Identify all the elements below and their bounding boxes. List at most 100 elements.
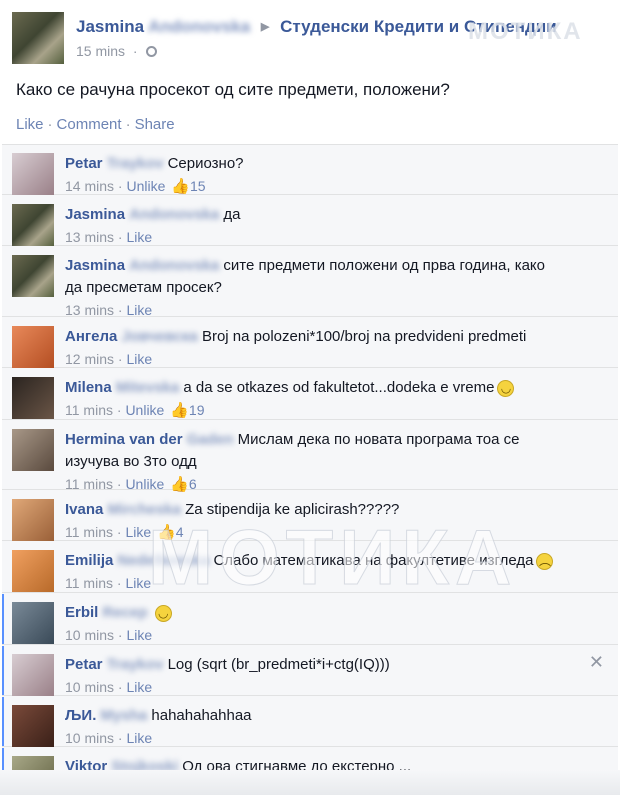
like-count[interactable]: 19 xyxy=(189,402,205,418)
unlike-button[interactable]: Unlike xyxy=(125,476,164,492)
comment-author-first[interactable]: Ivana xyxy=(65,501,103,518)
smile-emoji-icon: ◡ xyxy=(154,604,172,622)
comment-text: a da se otkazes od fakultetot...dodeka e… xyxy=(183,379,495,396)
comment-author-first[interactable]: Hermina van der xyxy=(65,431,183,448)
comment-time[interactable]: 11 mins xyxy=(65,575,113,591)
unlike-button[interactable]: Unlike xyxy=(125,402,164,418)
comment: ЉИ. Mysha hahahahahhaa 10 mins · Like xyxy=(2,697,618,747)
comment-time[interactable]: 11 mins xyxy=(65,402,113,418)
avatar[interactable] xyxy=(12,326,54,368)
comment-author-last[interactable]: Traykov xyxy=(107,656,164,673)
comment: Milena Mitevska a da se otkazes od fakul… xyxy=(2,369,618,420)
new-comment-indicator xyxy=(2,594,4,644)
avatar[interactable] xyxy=(12,705,54,747)
comment-time[interactable]: 13 mins xyxy=(65,302,114,318)
comment-text: Broj na polozeni*100/broj na predvideni … xyxy=(201,328,527,345)
thumbs-up-icon[interactable]: 👍 xyxy=(157,523,176,543)
comment: Erbil Recep ◡ 10 mins · Like xyxy=(2,594,618,645)
comment-author-last[interactable]: Mitevska xyxy=(116,379,179,396)
comment-author-last[interactable]: Gaden xyxy=(187,431,234,448)
comment-time[interactable]: 11 mins xyxy=(65,524,113,540)
avatar[interactable] xyxy=(12,499,54,541)
comment: Petar Traykov Log (sqrt (br_predmeti*i+c… xyxy=(2,646,618,696)
post: Jasmina Andonovska ▶ Студенски Кредити и… xyxy=(0,0,620,144)
comment-text: Сериозно? xyxy=(167,155,244,172)
bottom-fade xyxy=(0,770,620,795)
like-button[interactable]: Like xyxy=(16,116,44,133)
comment-time[interactable]: 13 mins xyxy=(65,229,114,245)
like-button[interactable]: Like xyxy=(126,302,152,318)
avatar[interactable] xyxy=(12,153,54,195)
comment-author-last[interactable]: Јовчевска xyxy=(122,328,198,345)
comment-author-first[interactable]: Petar xyxy=(65,656,103,673)
comment-time[interactable]: 14 mins xyxy=(65,178,114,194)
post-author-avatar[interactable] xyxy=(12,12,64,64)
comment: Hermina van der Gaden Мислам дека по нов… xyxy=(2,421,618,493)
comment-author-last[interactable]: Mysha xyxy=(101,707,148,724)
avatar[interactable] xyxy=(12,550,54,592)
comment-text: Слабо математикава на факултетиве изглед… xyxy=(213,552,534,569)
comment-author-first[interactable]: Ангела xyxy=(65,328,117,345)
like-count[interactable]: 6 xyxy=(189,476,197,492)
like-button[interactable]: Like xyxy=(126,351,152,367)
new-comment-indicator xyxy=(2,646,4,695)
post-author-first[interactable]: Jasmina xyxy=(76,17,144,36)
comment-author-first[interactable]: Jasmina xyxy=(65,257,125,274)
comment-author-last[interactable]: Recep xyxy=(103,604,148,621)
comment-time[interactable]: 10 mins xyxy=(65,730,114,746)
post-author-last[interactable]: Andonovska xyxy=(148,17,250,36)
comment-author-first[interactable]: Emilija xyxy=(65,552,113,569)
comment-time[interactable]: 10 mins xyxy=(65,679,114,695)
comment-time[interactable]: 11 mins xyxy=(65,476,113,492)
like-button[interactable]: Like xyxy=(125,524,151,540)
comment: Ангела Јовчевска Broj na polozeni*100/br… xyxy=(2,318,618,368)
comment-author-first[interactable]: Milena xyxy=(65,379,112,396)
smile-emoji-icon: ◡ xyxy=(497,379,515,397)
comment-author-first[interactable]: Petar xyxy=(65,155,103,172)
comment: Ivana Mircheska Za stipendija ke aplicir… xyxy=(2,491,618,541)
comment-time[interactable]: 12 mins xyxy=(65,351,114,367)
arrow-right-icon: ▶ xyxy=(260,21,270,33)
comment: Jasmina Andonovska да 13 mins · Like xyxy=(2,196,618,246)
comment-author-last[interactable]: Andonovska xyxy=(129,257,219,274)
comment-author-last[interactable]: Andonovska xyxy=(129,206,219,223)
thumbs-up-icon[interactable]: 👍 xyxy=(171,177,190,197)
share-button[interactable]: Share xyxy=(135,116,175,133)
avatar[interactable] xyxy=(12,204,54,246)
post-text: Како се рачуна просекот од сите предмети… xyxy=(16,80,450,99)
like-count[interactable]: 15 xyxy=(190,178,206,194)
avatar[interactable] xyxy=(12,602,54,644)
comment-author-first[interactable]: ЉИ. xyxy=(65,707,96,724)
comment-author-first[interactable]: Jasmina xyxy=(65,206,125,223)
comment-author-last[interactable]: Mircheska xyxy=(108,501,181,518)
like-button[interactable]: Like xyxy=(125,575,151,591)
like-button[interactable]: Like xyxy=(126,679,152,695)
sad-emoji-icon: ︵ xyxy=(536,552,554,570)
comment-time[interactable]: 10 mins xyxy=(65,627,114,643)
meta-separator: · xyxy=(132,43,138,59)
comment-button[interactable]: Comment xyxy=(57,116,122,133)
watermark-top: МОТИКА xyxy=(468,18,583,45)
avatar[interactable] xyxy=(12,255,54,297)
comment-text: hahahahahhaa xyxy=(151,707,252,724)
comment-text: да xyxy=(223,206,241,223)
post-timestamp[interactable]: 15 mins xyxy=(76,43,125,59)
like-count[interactable]: 4 xyxy=(176,524,184,540)
comment-author-last[interactable]: Nedelkovska xyxy=(118,552,210,569)
globe-icon[interactable] xyxy=(145,46,157,57)
like-button[interactable]: Like xyxy=(126,730,152,746)
like-button[interactable]: Like xyxy=(126,627,152,643)
unlike-button[interactable]: Unlike xyxy=(126,178,165,194)
close-icon[interactable]: ✕ xyxy=(589,652,604,673)
avatar[interactable] xyxy=(12,377,54,419)
avatar[interactable] xyxy=(12,429,54,471)
like-button[interactable]: Like xyxy=(126,229,152,245)
avatar[interactable] xyxy=(12,654,54,696)
comment: Emilija Nedelkovska Слабо математикава н… xyxy=(2,542,618,593)
post-meta: 15 mins · xyxy=(76,43,157,59)
thumbs-up-icon[interactable]: 👍 xyxy=(170,401,189,421)
comment-text: Za stipendija ke aplicirash????? xyxy=(185,501,400,518)
comment-author-first[interactable]: Erbil xyxy=(65,604,98,621)
comment-text: Log (sqrt (br_predmeti*i+ctg(IQ))) xyxy=(167,656,390,673)
comment-author-last[interactable]: Traykov xyxy=(107,155,164,172)
